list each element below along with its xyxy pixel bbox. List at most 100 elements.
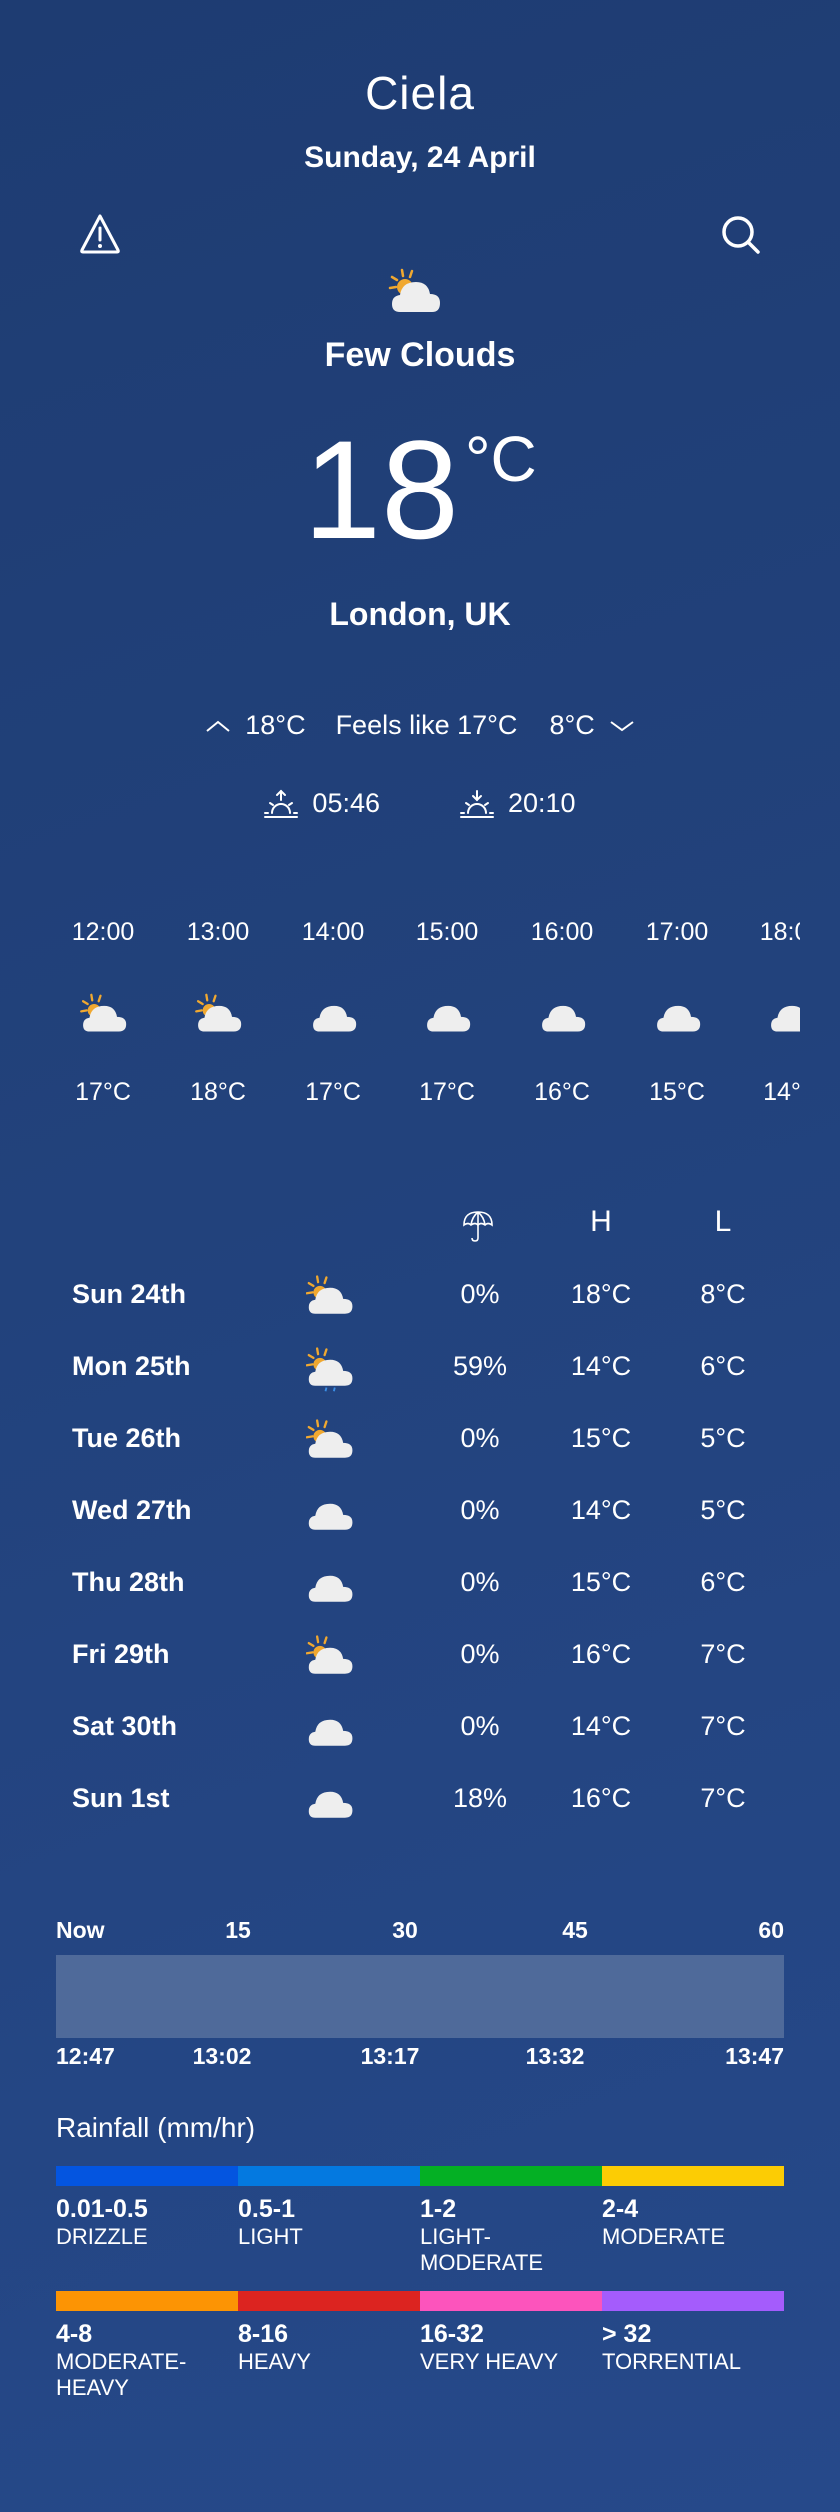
hourly-time: 17:00 — [645, 918, 709, 946]
legend-range: 8-16 — [238, 2320, 289, 2348]
umbrella-icon — [463, 1211, 493, 1242]
chevron-down-icon — [610, 720, 634, 731]
legend-color-swatch — [602, 2291, 784, 2311]
legend-range: 0.5-1 — [238, 2195, 295, 2223]
legend-color-swatch — [238, 2166, 420, 2186]
legend-color-swatch — [238, 2291, 420, 2311]
daily-high: 15°C — [570, 1423, 632, 1453]
hourly-temp: 16°C — [534, 1078, 590, 1106]
rain-intensity-bar — [56, 1955, 784, 2038]
current-date: Sunday, 24 April — [304, 141, 536, 174]
hourly-time: 13:00 — [186, 918, 250, 946]
search-icon — [722, 216, 760, 254]
sunset-time: 20:10 — [508, 788, 576, 818]
current-temperature: 18°C — [0, 410, 840, 570]
cloud-icon — [306, 1706, 356, 1750]
warning-triangle-icon — [80, 214, 120, 254]
cloud-icon — [306, 1562, 356, 1606]
daily-low: 7°C — [700, 1783, 746, 1813]
daily-precip: 0% — [460, 1279, 500, 1309]
hourly-forecast-scroller[interactable]: 12:00 17°C 13:00 18°C 14:00 17°C 15:00 17°C… — [0, 905, 800, 1125]
current-condition: Few Clouds — [324, 336, 516, 374]
daily-day: Sat 30th — [72, 1711, 178, 1741]
legend-name: Light-Moderate — [420, 2224, 544, 2275]
today-high: 18°C — [245, 710, 306, 740]
daily-high: 14°C — [570, 1711, 632, 1741]
daily-low: 6°C — [700, 1567, 746, 1597]
rain-time-label: 13:47 — [725, 2043, 784, 2069]
cloud-icon — [306, 1778, 356, 1822]
daily-row[interactable]: Thu 28th 0% 15°C 6°C — [0, 1552, 840, 1612]
alert-button[interactable] — [74, 208, 126, 260]
legend-name: Light — [238, 2224, 303, 2249]
legend-range: 2-4 — [602, 2195, 639, 2223]
hourly-temp: 17°C — [305, 1078, 361, 1106]
legend-item: 0.5-1 Light — [238, 2194, 418, 2250]
daily-row[interactable]: Mon 25th 59% 14°C 6°C — [0, 1336, 840, 1396]
daily-high: 16°C — [570, 1639, 632, 1669]
daily-day: Tue 26th — [72, 1423, 182, 1453]
legend-color-swatch — [602, 2166, 784, 2186]
hi-lo-feels-row: 18°C Feels like 17°C 8°C — [0, 710, 840, 741]
daily-day: Sun 24th — [72, 1279, 187, 1309]
daily-row[interactable]: Tue 26th 0% 15°C 5°C — [0, 1408, 840, 1468]
daily-row[interactable]: Wed 27th 0% 14°C 5°C — [0, 1480, 840, 1540]
legend-color-swatch — [56, 2166, 238, 2186]
daily-precip: 0% — [460, 1639, 500, 1669]
rain-time-label: 13:02 — [192, 2043, 252, 2069]
rainfall-legend-title: Rainfall (mm/hr) — [56, 2112, 256, 2143]
legend-name: Very Heavy — [420, 2349, 559, 2374]
cloud-icon — [768, 993, 800, 1032]
legend-item: 4-8 Moderate-Heavy — [56, 2319, 236, 2401]
few-clouds-icon — [305, 1274, 356, 1318]
app-title: Ciela — [365, 67, 475, 119]
daily-row[interactable]: Sun 1st 18% 16°C 7°C — [0, 1768, 840, 1828]
hourly-time: 16:00 — [530, 918, 594, 946]
rain-time-label: 13:17 — [360, 2043, 420, 2069]
legend-name: Torrential — [602, 2349, 741, 2374]
legend-range: 1-2 — [420, 2195, 457, 2223]
sunset-icon — [460, 789, 494, 818]
legend-item: 0.01-0.5 Drizzle — [56, 2194, 236, 2250]
legend-name: Moderate — [602, 2224, 726, 2249]
legend-item: 2-4 Moderate — [602, 2194, 782, 2250]
legend-name: Heavy — [238, 2349, 311, 2374]
rain-time-label: 12:47 — [56, 2043, 115, 2069]
legend-range: 0.01-0.5 — [56, 2195, 148, 2223]
cloud-icon — [424, 993, 472, 1032]
cloud-icon — [654, 993, 702, 1032]
daily-high: 16°C — [570, 1783, 632, 1813]
rain-minute-label: 60 — [758, 1917, 784, 1943]
daily-low: 7°C — [700, 1711, 746, 1741]
cloud-icon — [310, 993, 358, 1032]
daily-row[interactable]: Fri 29th 0% 16°C 7°C — [0, 1624, 840, 1684]
legend-range: 4-8 — [56, 2320, 93, 2348]
daily-low: 8°C — [700, 1279, 746, 1309]
legend-color-swatch — [56, 2291, 238, 2311]
daily-day: Fri 29th — [72, 1639, 170, 1669]
hourly-time: 14:00 — [301, 918, 365, 946]
hourly-temp: 15°C — [649, 1078, 705, 1106]
legend-range: 16-32 — [420, 2320, 484, 2348]
today-low: 8°C — [549, 710, 595, 740]
legend-name: Moderate-Heavy — [56, 2349, 187, 2400]
daily-precip: 18% — [452, 1783, 508, 1813]
daily-high: 18°C — [570, 1279, 632, 1309]
current-location: London, UK — [329, 596, 511, 632]
rain-time-label: 13:32 — [525, 2043, 585, 2069]
few-clouds-rain-icon — [305, 1346, 356, 1392]
daily-row[interactable]: Sat 30th 0% 14°C 7°C — [0, 1696, 840, 1756]
cloud-icon — [306, 1490, 356, 1534]
few-clouds-icon — [195, 993, 243, 1032]
rain-minute-label: Now — [56, 1917, 105, 1943]
daily-row[interactable]: Sun 24th 0% 18°C 8°C — [0, 1264, 840, 1324]
sunrise-time: 05:46 — [312, 788, 380, 818]
sunrise-icon — [264, 789, 299, 818]
daily-low: 6°C — [700, 1351, 746, 1381]
sun-times-row: 05:46 20:10 — [0, 788, 840, 819]
search-button[interactable] — [714, 208, 766, 260]
daily-day: Thu 28th — [72, 1567, 185, 1597]
daily-precip: 0% — [460, 1495, 500, 1525]
hourly-time: 18:00 — [759, 918, 800, 946]
legend-range: > 32 — [602, 2320, 652, 2348]
